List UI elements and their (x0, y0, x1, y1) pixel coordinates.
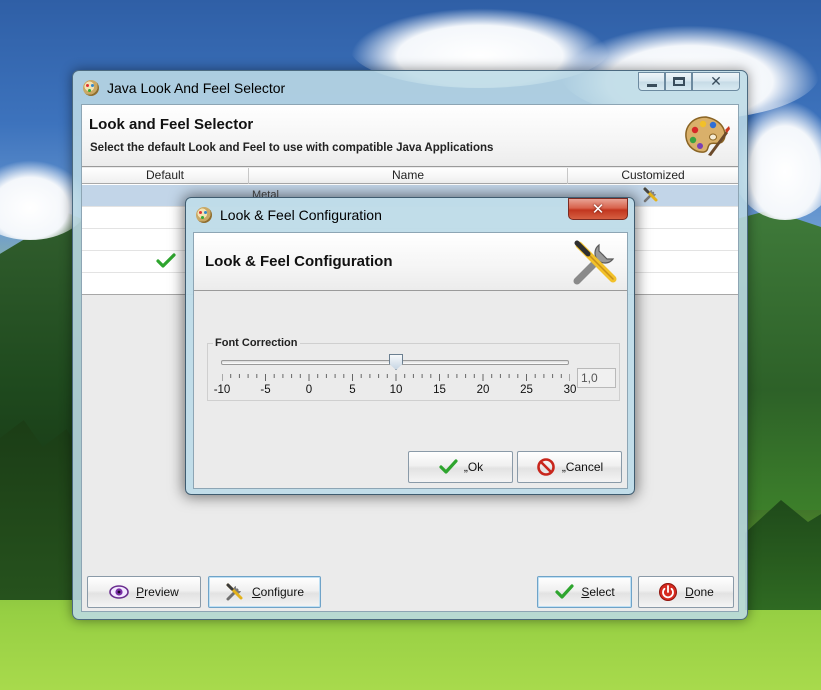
background-forest (745, 500, 821, 610)
dialog-close-button[interactable]: ✕ (568, 198, 628, 220)
done-button[interactable]: Done (638, 576, 734, 608)
eye-icon (109, 585, 129, 599)
table-header: Default Name Customized (82, 168, 738, 184)
checkmark-icon (439, 459, 458, 474)
tools-icon (573, 240, 617, 285)
checkmark-icon (555, 584, 574, 599)
slider-tick-label: 10 (389, 384, 403, 396)
cancel-icon (537, 458, 555, 476)
paint-palette-icon (685, 116, 730, 156)
dialog-titlebar[interactable]: Look & Feel Configuration (186, 198, 634, 231)
font-correction-label: Font Correction (213, 337, 300, 349)
done-button-label: Done (685, 585, 714, 599)
column-header-name[interactable]: Name (249, 168, 568, 184)
palette-icon (196, 206, 212, 223)
palette-icon (83, 79, 99, 96)
minimize-button[interactable] (638, 72, 665, 91)
dialog-title: Look & Feel Configuration (220, 206, 382, 223)
close-button[interactable]: ✕ (692, 72, 740, 91)
preview-button-label: Preview (136, 585, 179, 599)
select-button[interactable]: Select (537, 576, 632, 608)
column-header-default[interactable]: Default (82, 168, 249, 184)
tools-icon (643, 187, 658, 203)
cancel-button-label: „Cancel (561, 460, 604, 474)
default-checkmark-icon (156, 253, 176, 268)
slider-tick-label: 25 (520, 384, 533, 396)
configure-button[interactable]: Configure (208, 576, 321, 608)
slider-tick-label: -10 (213, 384, 231, 396)
header-panel: Look and Feel Selector Select the defaul… (82, 105, 738, 167)
ok-button[interactable]: „Ok (408, 451, 513, 483)
slider-ticks (222, 374, 570, 381)
slider-tick-label: 0 (305, 384, 313, 396)
minimize-icon (646, 84, 657, 87)
ok-button-label: „Ok (463, 460, 484, 474)
header-subtitle: Select the default Look and Feel to use … (90, 142, 494, 154)
maximize-button[interactable] (665, 72, 692, 91)
slider-tick-label: 5 (349, 384, 356, 396)
dialog-header-panel: Look & Feel Configuration (194, 233, 627, 291)
main-titlebar[interactable]: Java Look And Feel Selector ✕ (73, 71, 747, 104)
slider-tick-label: 20 (476, 384, 490, 396)
column-header-customized[interactable]: Customized (568, 168, 738, 184)
slider-tick-label: -5 (260, 384, 271, 396)
configuration-dialog: Look & Feel Configuration ✕ Look & Feel … (185, 197, 635, 495)
tools-icon (226, 583, 243, 601)
close-icon: ✕ (591, 200, 605, 218)
caption-buttons: ✕ (638, 72, 740, 91)
font-correction-value-field[interactable]: 1,0 (577, 368, 616, 388)
dialog-header-title: Look & Feel Configuration (205, 253, 393, 270)
slider-tick-label: 15 (433, 384, 446, 396)
window-title: Java Look And Feel Selector (107, 79, 286, 96)
close-icon: ✕ (710, 73, 722, 90)
power-icon (659, 583, 678, 601)
header-title: Look and Feel Selector (89, 116, 254, 133)
dialog-client-area: Look & Feel Configuration Font Correctio… (193, 232, 628, 489)
slider-tick-label: 30 (563, 384, 577, 396)
slider-tick-labels: -10 -5 0 5 10 15 20 25 30 (194, 384, 627, 398)
maximize-icon (672, 77, 685, 86)
preview-button[interactable]: Preview (87, 576, 201, 608)
configure-button-label: Configure (251, 585, 305, 599)
select-button-label: Select (581, 585, 615, 599)
cancel-button[interactable]: „Cancel (517, 451, 622, 483)
